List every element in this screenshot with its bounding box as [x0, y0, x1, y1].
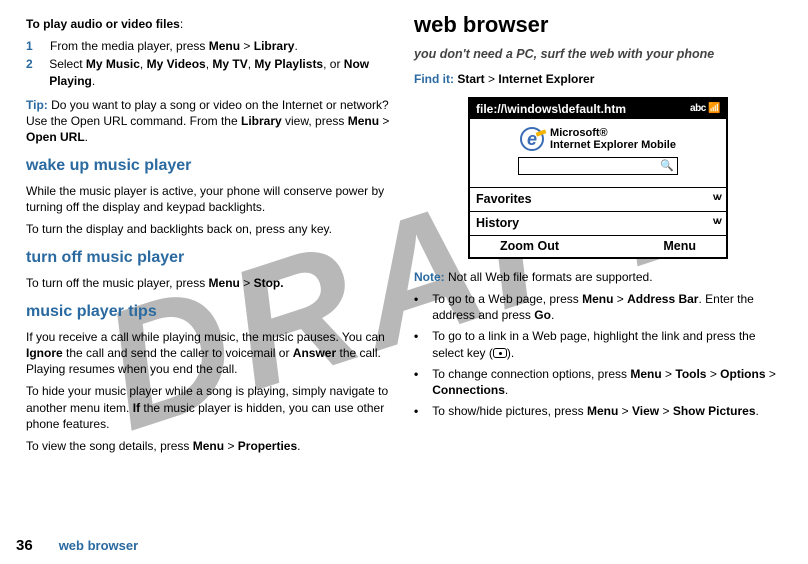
ie-logo-label: Microsoft®Internet Explorer Mobile	[550, 127, 676, 151]
search-row: 🔍	[474, 157, 722, 175]
step-2: 2 Select My Music, My Videos, My TV, My …	[26, 56, 394, 88]
select-key-icon	[493, 348, 507, 358]
softkey-left[interactable]: Zoom Out	[500, 238, 559, 255]
find-it-line: Find it: Start > Internet Explorer	[414, 71, 782, 87]
phone-body: e Microsoft®Internet Explorer Mobile 🔍	[470, 119, 726, 187]
tips-p1: If you receive a call while playing musi…	[26, 329, 394, 378]
wake-p2: To turn the display and backlights back …	[26, 221, 394, 237]
tips-p2: To hide your music player while a song i…	[26, 383, 394, 432]
softkey-right[interactable]: Menu	[663, 238, 696, 255]
step-text: From the media player, press Menu > Libr…	[50, 38, 298, 54]
play-heading: To play audio or video files:	[26, 16, 394, 32]
page-footer: 36 web browser	[16, 536, 138, 556]
page-number: 36	[16, 536, 33, 556]
tips-p3: To view the song details, press Menu > P…	[26, 438, 394, 454]
ie-logo-row: e Microsoft®Internet Explorer Mobile	[474, 127, 722, 151]
tip-paragraph: Tip: Do you want to play a song or video…	[26, 97, 394, 146]
section-title: web browser	[414, 10, 782, 40]
wake-heading: wake up music player	[26, 155, 394, 177]
bullet-address-bar: To go to a Web page, press Menu > Addres…	[414, 291, 782, 323]
page-columns: To play audio or video files: 1 From the…	[0, 0, 808, 520]
left-column: To play audio or video files: 1 From the…	[16, 10, 404, 520]
history-label: History	[476, 215, 519, 232]
footer-section-label: web browser	[59, 537, 138, 555]
section-subtitle: you don't need a PC, surf the web with y…	[414, 46, 782, 63]
search-icon: 🔍	[660, 159, 674, 174]
search-input[interactable]: 🔍	[518, 157, 678, 175]
step-text: Select My Music, My Videos, My TV, My Pl…	[49, 56, 394, 88]
history-row[interactable]: History vv	[470, 211, 726, 235]
chevron-down-icon: vv	[713, 215, 720, 232]
softkey-bar: Zoom Out Menu	[470, 235, 726, 257]
turnoff-heading: turn off music player	[26, 247, 394, 269]
favorites-label: Favorites	[476, 191, 532, 208]
favorites-row[interactable]: Favorites vv	[470, 187, 726, 211]
phone-mockup: file://\windows\default.htm abc 📶 e Micr…	[468, 97, 728, 259]
chevron-down-icon: vv	[713, 191, 720, 208]
step-number: 1	[26, 38, 38, 54]
bullet-select-link: To go to a link in a Web page, highlight…	[414, 328, 782, 360]
tips-heading: music player tips	[26, 301, 394, 323]
step-number: 2	[26, 56, 37, 88]
note-line: Note: Not all Web file formats are suppo…	[414, 269, 782, 285]
bullet-connections: To change connection options, press Menu…	[414, 366, 782, 398]
play-steps: 1 From the media player, press Menu > Li…	[26, 38, 394, 89]
right-column: web browser you don't need a PC, surf th…	[404, 10, 792, 520]
turnoff-p: To turn off the music player, press Menu…	[26, 275, 394, 291]
phone-titlebar: file://\windows\default.htm abc 📶	[470, 99, 726, 119]
status-indicator-icon: abc 📶	[690, 102, 720, 116]
bullet-show-pictures: To show/hide pictures, press Menu > View…	[414, 403, 782, 419]
wake-p1: While the music player is active, your p…	[26, 183, 394, 215]
phone-url: file://\windows\default.htm	[476, 101, 626, 117]
browser-bullets: To go to a Web page, press Menu > Addres…	[414, 291, 782, 419]
ie-logo-icon: e	[520, 127, 544, 151]
step-1: 1 From the media player, press Menu > Li…	[26, 38, 394, 54]
